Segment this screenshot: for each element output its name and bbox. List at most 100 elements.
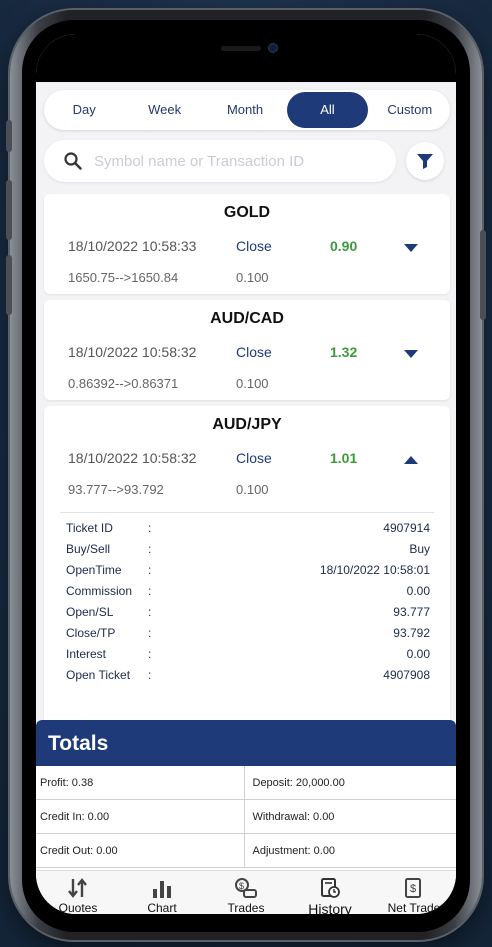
detail-value: 93.792 bbox=[393, 626, 430, 640]
totals-row: Credit In: 0.00 Withdrawal: 0.00 bbox=[36, 800, 456, 834]
detail-row: Close/TP : 93.792 bbox=[60, 622, 434, 643]
nav-net-trade[interactable]: $ Net Trade bbox=[372, 871, 456, 914]
trade-card-expanded[interactable]: AUD/JPY 18/10/2022 10:58:32 Close 1.01 9… bbox=[44, 406, 450, 736]
trade-card[interactable]: GOLD 18/10/2022 10:58:33 Close 0.90 1650… bbox=[44, 194, 450, 294]
trade-price-range: 93.777-->93.792 bbox=[68, 482, 164, 497]
totals-title: Totals bbox=[36, 720, 456, 766]
nav-label: History bbox=[308, 901, 352, 914]
trade-type: Close bbox=[236, 344, 272, 360]
detail-value: 18/10/2022 10:58:01 bbox=[319, 563, 430, 577]
trade-type: Close bbox=[236, 450, 272, 466]
tab-week[interactable]: Week bbox=[124, 92, 204, 128]
detail-separator: : bbox=[148, 605, 152, 619]
tab-all[interactable]: All bbox=[287, 92, 368, 128]
bar-chart-icon bbox=[153, 881, 171, 898]
detail-separator: : bbox=[148, 626, 152, 640]
filter-icon bbox=[417, 154, 433, 169]
nav-quotes[interactable]: Quotes bbox=[36, 871, 120, 914]
search-input[interactable] bbox=[94, 152, 384, 170]
trade-symbol: AUD/CAD bbox=[210, 310, 284, 327]
svg-text:$: $ bbox=[410, 883, 416, 895]
volume-up-button bbox=[6, 180, 12, 240]
total-profit: Profit: 0.38 bbox=[40, 777, 94, 789]
app-screen: Day Week Month All Custom GOLD 18/10/202… bbox=[36, 34, 456, 914]
detail-separator: : bbox=[148, 521, 152, 535]
search-bar bbox=[44, 140, 396, 182]
detail-key: Buy/Sell bbox=[66, 542, 111, 556]
detail-row: Commission : 0.00 bbox=[60, 580, 434, 601]
trade-profit: 1.01 bbox=[330, 450, 358, 466]
total-deposit: Deposit: 20,000.00 bbox=[243, 766, 457, 799]
nav-chart[interactable]: Chart bbox=[120, 871, 204, 914]
detail-key: Open Ticket bbox=[66, 668, 131, 682]
detail-key: OpenTime bbox=[66, 563, 122, 577]
speaker-grille bbox=[221, 46, 261, 51]
trade-price-range: 0.86392-->0.86371 bbox=[68, 376, 179, 391]
chevron-down-icon[interactable] bbox=[402, 348, 420, 360]
trades-icon: $ bbox=[235, 878, 257, 898]
power-button bbox=[480, 230, 486, 320]
trade-profit: 0.90 bbox=[330, 238, 358, 254]
detail-value: Buy bbox=[409, 542, 430, 556]
trade-volume: 0.100 bbox=[236, 270, 269, 285]
trade-details: Ticket ID : 4907914 Buy/Sell : Buy OpenT… bbox=[60, 512, 434, 685]
detail-key: Open/SL bbox=[66, 605, 114, 619]
tab-day[interactable]: Day bbox=[44, 92, 124, 128]
chevron-down-icon[interactable] bbox=[402, 242, 420, 254]
detail-row: Ticket ID : 4907914 bbox=[60, 517, 434, 538]
trade-card[interactable]: AUD/CAD 18/10/2022 10:58:32 Close 1.32 0… bbox=[44, 300, 450, 400]
detail-row: Open/SL : 93.777 bbox=[60, 601, 434, 622]
search-icon bbox=[64, 152, 82, 170]
nav-label: Chart bbox=[147, 901, 177, 914]
sort-arrows-icon bbox=[68, 878, 87, 898]
chevron-up-icon[interactable] bbox=[402, 454, 420, 466]
nav-label: Quotes bbox=[58, 901, 98, 914]
detail-separator: : bbox=[148, 542, 152, 556]
svg-text:$: $ bbox=[239, 881, 244, 891]
detail-value: 4907914 bbox=[383, 521, 430, 535]
trade-volume: 0.100 bbox=[236, 376, 269, 391]
detail-row: OpenTime : 18/10/2022 10:58:01 bbox=[60, 559, 434, 580]
detail-value: 0.00 bbox=[406, 584, 430, 598]
detail-key: Ticket ID bbox=[66, 521, 113, 535]
detail-separator: : bbox=[148, 647, 152, 661]
nav-label: Net Trade bbox=[387, 901, 441, 914]
front-camera bbox=[268, 43, 278, 53]
bottom-nav: Quotes Chart $ Trades History $ Net Trad… bbox=[36, 870, 456, 914]
total-credit-in: Credit In: 0.00 bbox=[40, 811, 110, 823]
net-trade-icon: $ bbox=[405, 878, 421, 898]
detail-key: Close/TP bbox=[66, 626, 116, 640]
detail-separator: : bbox=[148, 563, 152, 577]
trade-symbol: GOLD bbox=[223, 204, 271, 221]
trade-price-range: 1650.75-->1650.84 bbox=[68, 270, 179, 285]
trade-time: 18/10/2022 10:58:33 bbox=[68, 238, 197, 254]
notch bbox=[176, 34, 316, 64]
detail-value: 93.777 bbox=[393, 605, 430, 619]
filter-button[interactable] bbox=[406, 142, 444, 180]
history-icon bbox=[321, 878, 340, 898]
trade-type: Close bbox=[236, 238, 272, 254]
trade-time: 18/10/2022 10:58:32 bbox=[68, 450, 197, 466]
nav-label: Trades bbox=[227, 901, 265, 914]
total-credit-out: Credit Out: 0.00 bbox=[40, 845, 118, 857]
volume-down-button bbox=[6, 255, 12, 315]
total-adjustment: Adjustment: 0.00 bbox=[243, 834, 457, 867]
detail-value: 4907908 bbox=[383, 668, 430, 682]
detail-row: Interest : 0.00 bbox=[60, 643, 434, 664]
total-withdrawal: Withdrawal: 0.00 bbox=[243, 800, 457, 833]
nav-history[interactable]: History bbox=[288, 871, 372, 914]
totals-row: Credit Out: 0.00 Adjustment: 0.00 bbox=[36, 834, 456, 868]
detail-separator: : bbox=[148, 668, 152, 682]
totals-panel: Totals Profit: 0.38 Deposit: 20,000.00 C… bbox=[36, 720, 456, 870]
detail-key: Commission bbox=[66, 584, 133, 598]
trade-symbol: AUD/JPY bbox=[212, 416, 282, 433]
detail-row: Buy/Sell : Buy bbox=[60, 538, 434, 559]
trade-volume: 0.100 bbox=[236, 482, 269, 497]
tab-custom[interactable]: Custom bbox=[370, 92, 450, 128]
totals-row: Profit: 0.38 Deposit: 20,000.00 bbox=[36, 766, 456, 800]
tab-month[interactable]: Month bbox=[205, 92, 285, 128]
detail-key: Interest bbox=[66, 647, 107, 661]
detail-separator: : bbox=[148, 584, 152, 598]
trade-time: 18/10/2022 10:58:32 bbox=[68, 344, 197, 360]
nav-trades[interactable]: $ Trades bbox=[204, 871, 288, 914]
